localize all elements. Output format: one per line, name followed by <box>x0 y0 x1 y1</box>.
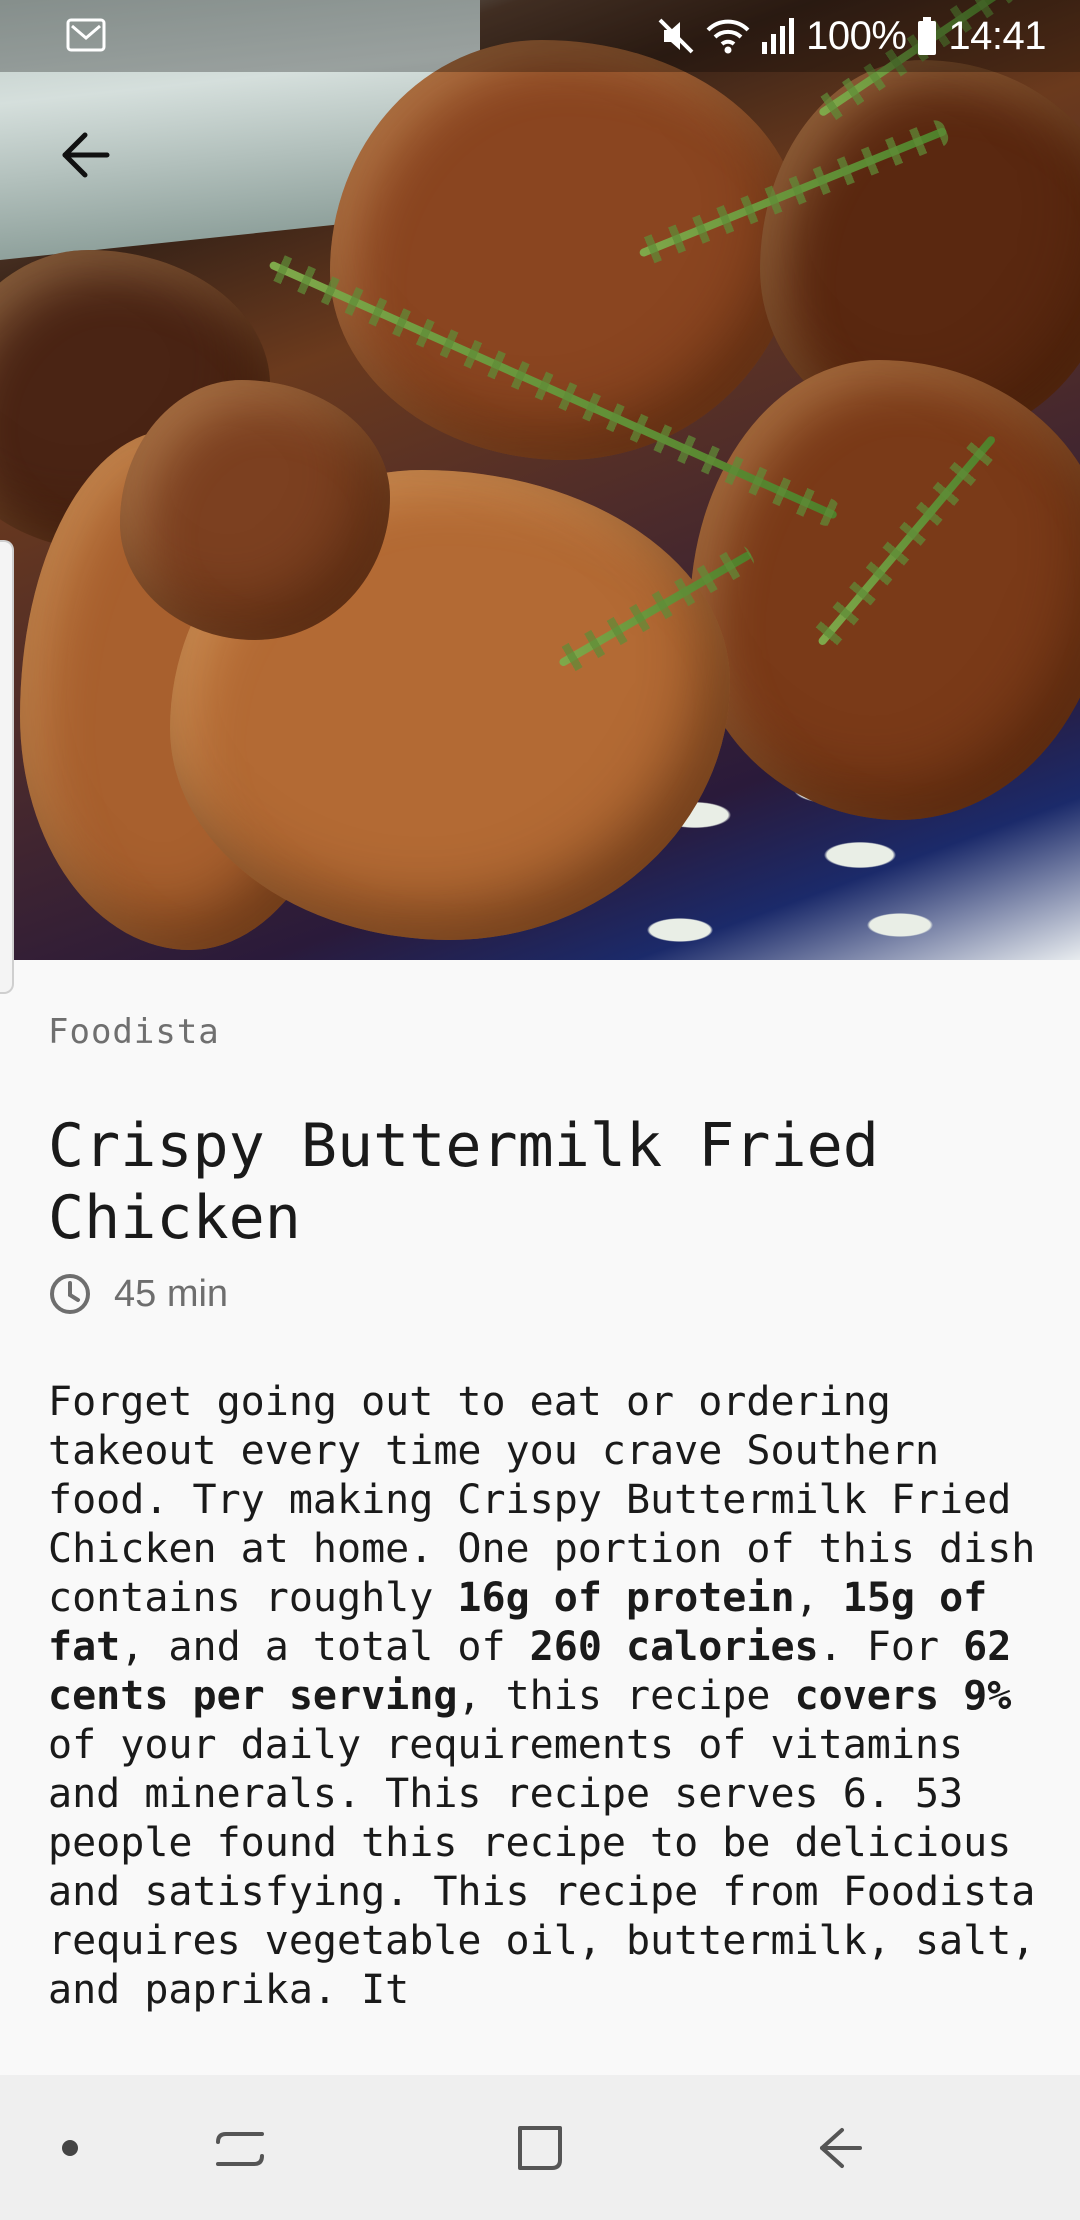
wifi-icon <box>706 19 750 54</box>
cook-time-row: 45 min <box>48 1272 228 1316</box>
system-back-button[interactable] <box>790 2075 890 2220</box>
battery-icon <box>918 17 937 55</box>
recipe-photo <box>0 0 1080 960</box>
calories-amount: 260 calories <box>529 1624 819 1670</box>
recents-icon <box>216 2131 264 2166</box>
status-bar: 100% 14:41 <box>0 0 1080 72</box>
protein-amount: 16g of protein <box>457 1575 795 1621</box>
recipe-title: Crispy Buttermilk Fried Chicken <box>48 1111 879 1253</box>
home-button[interactable] <box>490 2075 590 2220</box>
recipe-description: Forget going out to eat or ordering take… <box>48 1379 1036 2013</box>
edge-panel-handle[interactable] <box>0 540 14 994</box>
vitamin-coverage: covers 9% <box>794 1673 1012 1719</box>
mute-icon <box>658 18 694 54</box>
cook-time: 45 min <box>114 1272 229 1315</box>
recipe-source: Foodista <box>48 1012 220 1052</box>
clock-time: 14:41 <box>948 13 1046 58</box>
battery-percent: 100% <box>806 13 907 58</box>
signal-icon <box>762 18 795 54</box>
arrow-left-icon <box>62 132 110 178</box>
clock-icon <box>50 1274 90 1314</box>
recents-button[interactable] <box>190 2075 290 2220</box>
navigation-bar <box>0 2075 1080 2220</box>
home-icon <box>518 2125 562 2170</box>
back-icon <box>820 2127 862 2168</box>
mail-icon <box>66 18 106 52</box>
nav-dot-button[interactable] <box>30 2075 110 2220</box>
dot-icon <box>62 2139 78 2156</box>
back-button[interactable] <box>40 115 130 195</box>
